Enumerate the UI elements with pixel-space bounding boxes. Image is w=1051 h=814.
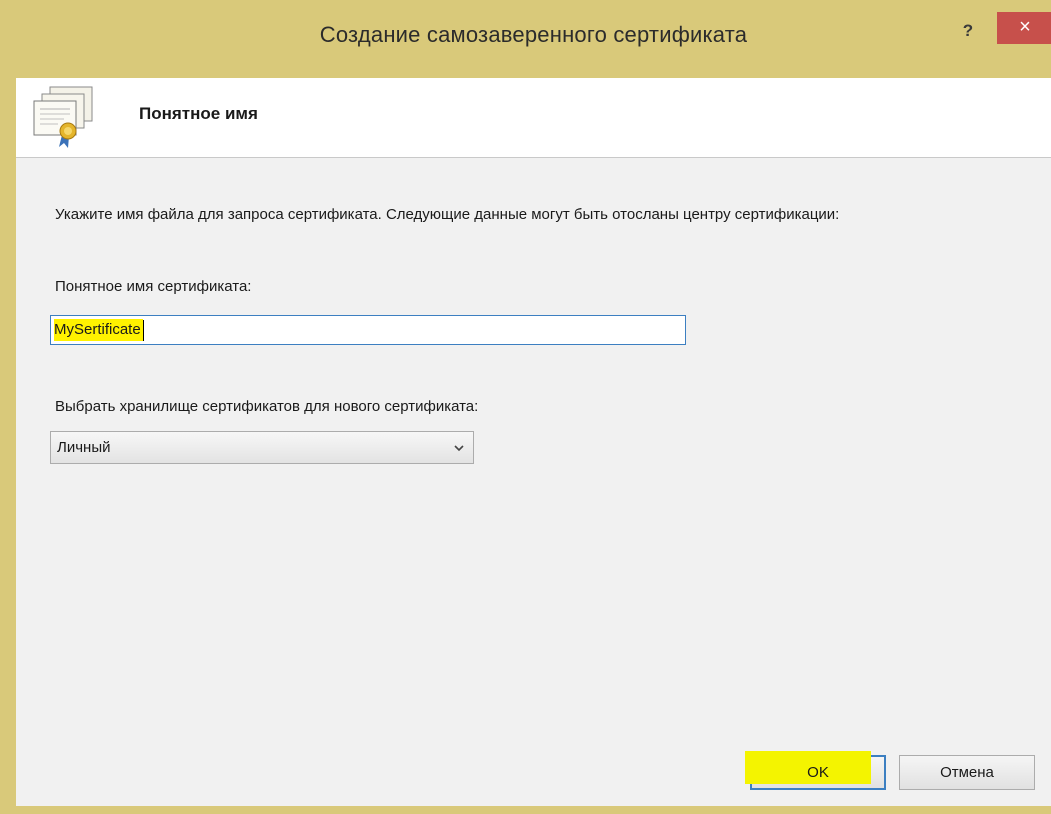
wizard-header: Понятное имя [16, 78, 1051, 158]
certificate-store-dropdown[interactable]: Личный [50, 431, 474, 464]
friendly-name-label: Понятное имя сертификата: [55, 278, 252, 295]
close-icon[interactable]: × [1019, 16, 1031, 38]
close-button[interactable]: × [997, 12, 1051, 44]
instruction-text: Укажите имя файла для запроса сертификат… [55, 206, 840, 223]
dialog-body: Укажите имя файла для запроса сертификат… [16, 158, 1051, 806]
chevron-down-icon[interactable] [453, 442, 465, 454]
header-title: Понятное имя [139, 104, 258, 123]
cancel-button[interactable]: Отмена [899, 755, 1035, 790]
dialog-window: Создание самозаверенного сертификата ? ×… [0, 0, 1051, 814]
help-button[interactable]: ? [956, 18, 980, 44]
title-bar[interactable]: Создание самозаверенного сертификата ? × [8, 0, 1051, 78]
friendly-name-value[interactable]: MySertificate [54, 319, 143, 341]
certificate-store-label: Выбрать хранилище сертификатов для новог… [55, 398, 479, 415]
ok-button[interactable]: OK [745, 751, 886, 790]
certificate-store-selected[interactable]: Личный [57, 439, 110, 456]
ok-button-label[interactable]: OK [807, 764, 829, 781]
friendly-name-input[interactable]: MySertificate [50, 315, 686, 345]
text-caret [143, 320, 144, 341]
window-title: Создание самозаверенного сертификата [319, 22, 748, 47]
certificate-icon [33, 86, 93, 148]
